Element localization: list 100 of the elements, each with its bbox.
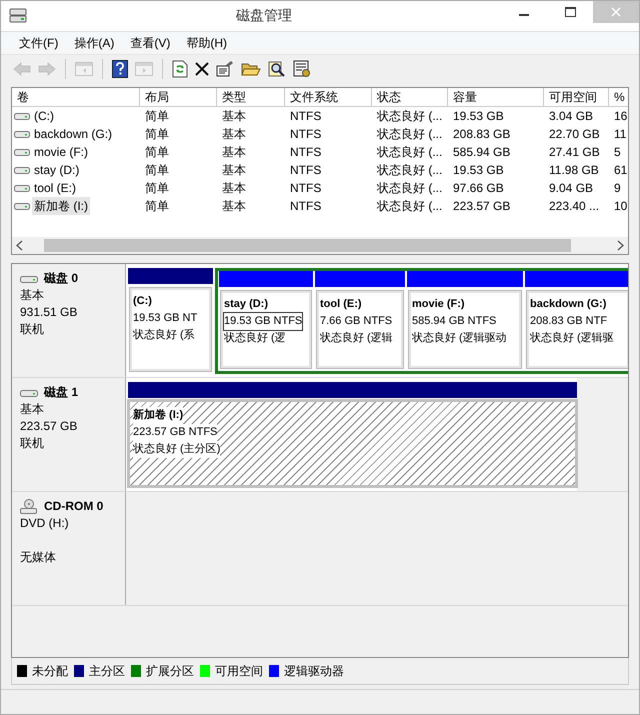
partition-block[interactable]: stay (D:) 19.53 GB NTFS 状态良好 (逻	[220, 290, 312, 369]
table-cell-text: 27.41 GB	[548, 144, 601, 161]
refresh-icon[interactable]	[172, 60, 188, 78]
disk-size: 223.57 GB	[20, 418, 78, 435]
table-cell-text: 基本	[221, 108, 247, 125]
column-header[interactable]: 文件系统	[285, 88, 372, 107]
drive-icon	[14, 147, 30, 157]
volume-name[interactable]: 新加卷 (I:)	[32, 197, 90, 215]
horizontal-scrollbar[interactable]	[12, 237, 628, 254]
table-cell-text: 状态良好 (...	[376, 144, 444, 161]
disk-name: 磁盘 1	[44, 384, 78, 401]
table-cell-text: 简单	[144, 180, 170, 197]
legend-label: 逻辑驱动器	[284, 662, 344, 680]
partition-block[interactable]: 新加卷 (I:) 223.57 GB NTFS 状态良好 (主分区)	[129, 401, 576, 486]
table-cell-text: 简单	[144, 198, 170, 215]
folder-icon[interactable]	[241, 61, 261, 77]
legend-label: 扩展分区	[146, 662, 194, 680]
menu-item[interactable]: 操作(A)	[66, 34, 122, 52]
table-cell-text: NTFS	[289, 144, 322, 161]
table-cell-text: 状态良好 (...	[376, 108, 444, 125]
table-cell-text: 11.98 GB	[548, 162, 600, 179]
table-cell-text: 基本	[221, 162, 247, 179]
volume-name[interactable]: (C:)	[32, 107, 56, 125]
legend-label: 可用空间	[215, 662, 263, 680]
partition-size: 223.57 GB NTFS	[133, 424, 218, 441]
disk-status: 联机	[20, 435, 45, 452]
table-cell-text: 223.40 ...	[548, 198, 600, 215]
table-cell-text: 11	[613, 126, 628, 143]
legend-label: 主分区	[89, 662, 125, 680]
table-cell-text: 基本	[221, 126, 247, 143]
volume-name[interactable]: stay (D:)	[32, 161, 82, 179]
delete-icon[interactable]	[195, 62, 209, 76]
disk-name: 磁盘 0	[44, 270, 78, 287]
table-cell-text: 3.04 GB	[548, 108, 594, 125]
table-cell-text: 22.70 GB	[548, 126, 601, 143]
drive-icon	[14, 111, 30, 121]
table-cell-text: 基本	[221, 198, 247, 215]
disk-management-icon	[9, 8, 27, 24]
menu-item[interactable]: 查看(V)	[122, 34, 178, 52]
column-header[interactable]: 卷	[12, 88, 140, 107]
table-cell-text: 97.66 GB	[452, 180, 505, 197]
table-cell-text: 状态良好 (...	[376, 162, 444, 179]
disk-name: CD-ROM 0	[44, 498, 104, 515]
table-cell-text: 19.53 GB	[452, 162, 505, 179]
table-cell-text: 状态良好 (...	[376, 126, 444, 143]
table-cell-text: 16	[613, 108, 628, 125]
table-cell-text: 19.53 GB	[452, 108, 505, 125]
partition-block[interactable]: (C:) 19.53 GB NT 状态良好 (系	[129, 287, 212, 372]
table-cell-text: 简单	[144, 126, 170, 143]
column-header[interactable]: 状态	[372, 88, 448, 107]
table-cell-text: 208.83 GB	[452, 126, 512, 143]
table-cell-text: 585.94 GB	[452, 144, 512, 161]
drive-icon	[14, 165, 30, 175]
table-cell-text: NTFS	[289, 108, 322, 125]
table-cell-text: 简单	[144, 162, 170, 179]
column-header[interactable]: 布局	[140, 88, 217, 107]
drive-icon	[14, 183, 30, 193]
partition-block[interactable]: backdown (G:) 208.83 GB NTF 状态良好 (逻辑驱	[526, 290, 628, 369]
legend-label: 未分配	[32, 662, 68, 680]
table-cell-text: NTFS	[289, 126, 322, 143]
table-cell-text: 61	[613, 162, 628, 179]
properties-icon[interactable]	[216, 61, 234, 77]
table-cell-text: NTFS	[289, 198, 322, 215]
volume-name[interactable]: movie (F:)	[32, 143, 90, 161]
partition-name: 新加卷 (I:)	[133, 407, 184, 424]
disk-type: 基本	[20, 287, 45, 304]
search-icon[interactable]	[268, 60, 286, 78]
table-cell-text: NTFS	[289, 162, 322, 179]
drive-icon	[14, 129, 30, 139]
column-header[interactable]: 可用空间	[544, 88, 609, 107]
maximize-icon[interactable]	[564, 7, 576, 17]
disk-status: 联机	[20, 321, 45, 338]
table-cell-text: 基本	[221, 180, 247, 197]
table-cell-text: 9.04 GB	[548, 180, 594, 197]
window-title: 磁盘管理	[235, 7, 293, 25]
table-cell-text: 基本	[221, 144, 247, 161]
table-cell-text: 5	[613, 144, 622, 161]
partition-block[interactable]: tool (E:) 7.66 GB NTFS 状态良好 (逻辑	[316, 290, 404, 369]
table-cell-text: NTFS	[289, 180, 322, 197]
table-cell-text: 简单	[144, 108, 170, 125]
volume-name[interactable]: backdown (G:)	[32, 125, 114, 143]
disk-type: 基本	[20, 401, 45, 418]
column-header[interactable]: 类型	[217, 88, 285, 107]
settings-icon[interactable]	[293, 60, 311, 78]
table-cell-text: 状态良好 (...	[376, 198, 444, 215]
help-icon[interactable]	[112, 60, 128, 78]
disk-status: 无媒体	[20, 549, 57, 566]
partition-name: stay (D:)	[224, 296, 268, 313]
drive-icon	[14, 201, 30, 211]
disk-type: DVD (H:)	[20, 515, 70, 532]
column-header[interactable]: 容量	[448, 88, 544, 107]
partition-status: 状态良好 (主分区)	[133, 441, 220, 458]
partition-size: 19.53 GB NTFS	[224, 313, 302, 330]
table-cell-text: 223.57 GB	[452, 198, 512, 215]
menu-item[interactable]: 帮助(H)	[178, 34, 235, 52]
partition-block[interactable]: movie (F:) 585.94 GB NTFS 状态良好 (逻辑驱动	[408, 290, 522, 369]
table-cell-text: 状态良好 (...	[376, 180, 444, 197]
menu-item[interactable]: 文件(F)	[11, 34, 66, 52]
table-cell-text: 9	[613, 180, 622, 197]
volume-name[interactable]: tool (E:)	[32, 179, 78, 197]
